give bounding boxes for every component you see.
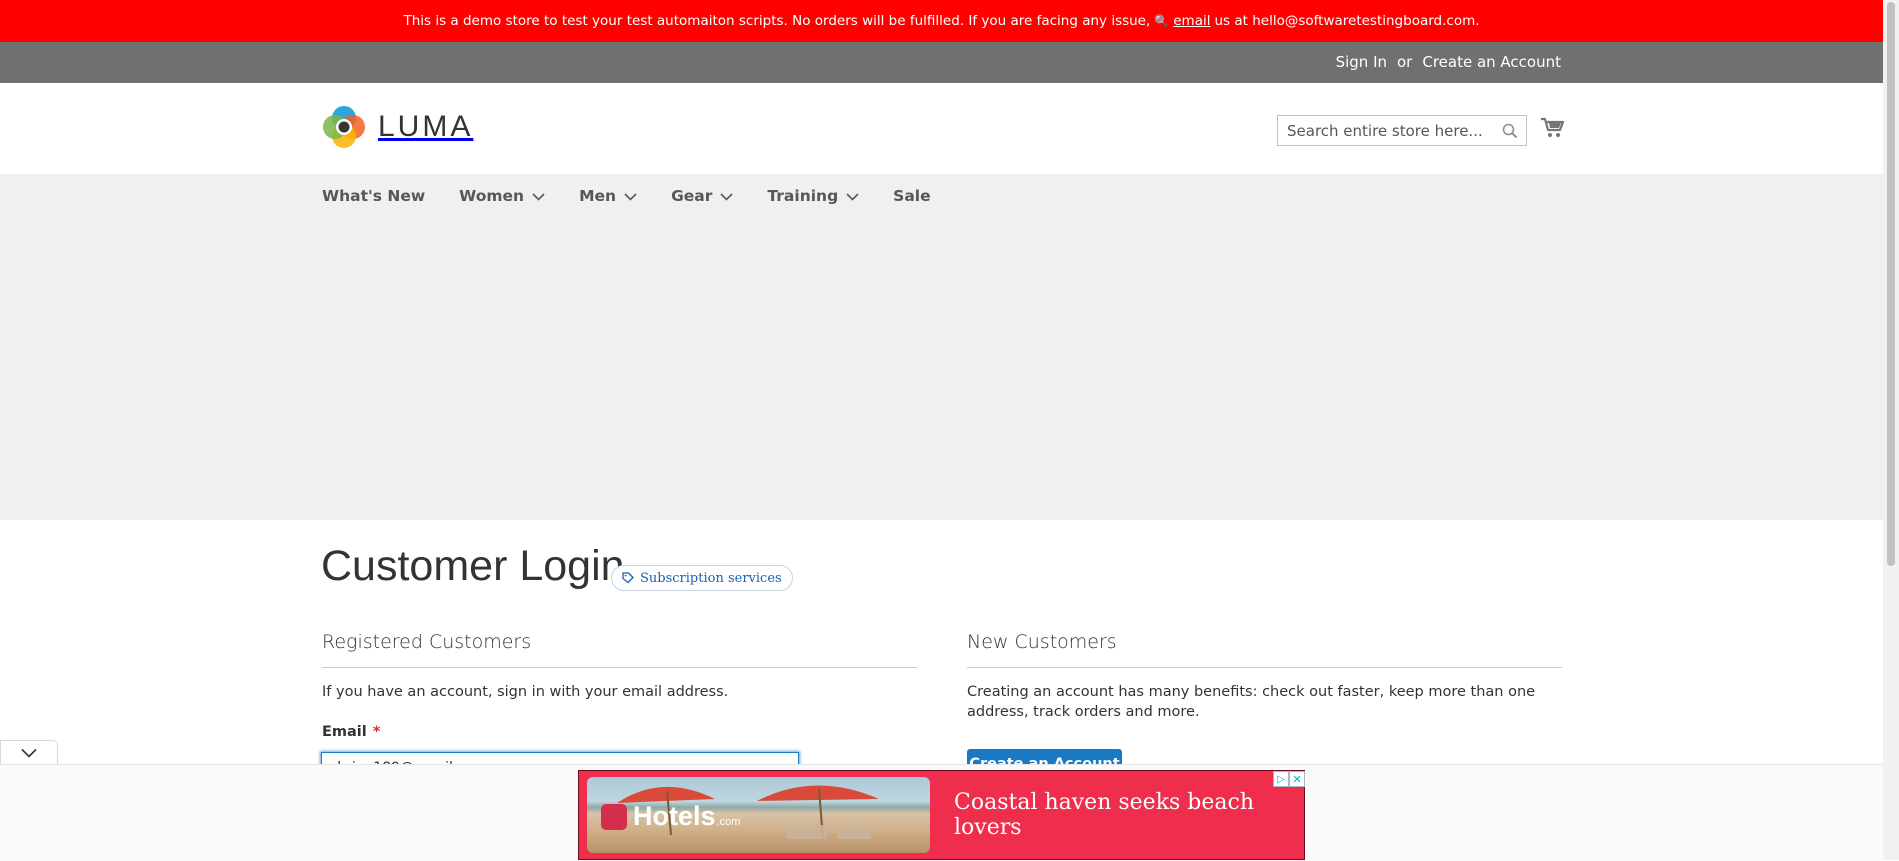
email-label-text: Email bbox=[322, 724, 367, 740]
hotels-logo: Hotels .com bbox=[601, 801, 740, 832]
demo-store-notice: This is a demo store to test your test a… bbox=[0, 0, 1883, 42]
demo-notice-text: This is a demo store to test your test a… bbox=[403, 13, 1151, 29]
luma-logo-icon bbox=[323, 106, 365, 148]
nav-item-women[interactable]: Women bbox=[459, 187, 545, 205]
search-input[interactable] bbox=[1278, 116, 1506, 145]
nav-label: Sale bbox=[893, 187, 931, 205]
scroll-thumb[interactable] bbox=[1887, 2, 1895, 566]
divider bbox=[967, 667, 1562, 668]
new-customers-intro: Creating an account has many benefits: c… bbox=[967, 684, 1536, 720]
page-title: Customer Login bbox=[321, 542, 625, 590]
tag-icon bbox=[622, 572, 634, 584]
page-scrollbar[interactable] bbox=[1883, 0, 1899, 860]
nav-item-training[interactable]: Training bbox=[767, 187, 859, 205]
ad-close-icon[interactable]: ✕ bbox=[1289, 771, 1305, 787]
top-panel: Sign In or Create an Account bbox=[0, 42, 1883, 83]
new-customers-title: New Customers bbox=[967, 631, 1117, 653]
site-header: LUMA bbox=[0, 83, 1883, 174]
nav-label: Gear bbox=[671, 187, 713, 205]
beach-photo: Hotels .com bbox=[587, 777, 930, 853]
hotels-brand-icon bbox=[601, 803, 627, 830]
required-asterisk: * bbox=[372, 724, 381, 740]
key-icon: 🔍 bbox=[1154, 14, 1170, 28]
chevron-down-icon bbox=[624, 192, 637, 201]
nav-item-gear[interactable]: Gear bbox=[671, 187, 733, 205]
create-account-link[interactable]: Create an Account bbox=[1422, 53, 1561, 71]
chevron-down-icon bbox=[21, 748, 37, 758]
chevron-down-icon bbox=[846, 192, 859, 201]
nav-item-men[interactable]: Men bbox=[579, 187, 637, 205]
nav-item-whats-new[interactable]: What's New bbox=[322, 187, 425, 205]
logo-text: LUMA bbox=[378, 110, 474, 143]
subscription-label: Subscription services bbox=[640, 570, 782, 586]
or-separator: or bbox=[1397, 53, 1413, 71]
nav-label: What's New bbox=[322, 187, 426, 205]
email-label: Email * bbox=[322, 724, 380, 740]
nav-label: Men bbox=[579, 187, 617, 205]
ad-brand-name: Hotels bbox=[633, 801, 716, 831]
chevron-down-icon bbox=[720, 192, 733, 201]
chevron-down-icon bbox=[532, 192, 545, 201]
divider bbox=[322, 667, 917, 668]
nav-label: Training bbox=[767, 187, 839, 205]
nav-label: Women bbox=[459, 187, 525, 205]
ad-banner[interactable]: Hotels .com Coastal haven seeks beach lov… bbox=[578, 770, 1305, 860]
search-icon[interactable] bbox=[1502, 123, 1518, 139]
search-box bbox=[1277, 115, 1527, 146]
cart-icon[interactable] bbox=[1540, 117, 1564, 139]
ad-collapse-toggle[interactable] bbox=[0, 740, 58, 764]
adchoices-icon[interactable]: ▷ bbox=[1273, 771, 1289, 787]
demo-notice-tail: us at hello@softwaretestingboard.com. bbox=[1214, 13, 1480, 29]
subscription-services-chip[interactable]: Subscription services bbox=[611, 565, 793, 591]
registered-intro: If you have an account, sign in with you… bbox=[322, 684, 729, 700]
nav-item-sale[interactable]: Sale bbox=[893, 187, 930, 205]
email-link[interactable]: email bbox=[1173, 13, 1210, 29]
ad-headline: Coastal haven seeks beach lovers bbox=[954, 790, 1255, 840]
sign-in-link[interactable]: Sign In bbox=[1336, 53, 1387, 71]
registered-customers-title: Registered Customers bbox=[322, 631, 532, 653]
ad-brand-suffix: .com bbox=[716, 815, 741, 828]
luma-logo[interactable]: LUMA bbox=[322, 105, 473, 149]
main-navigation: What's New Women Men Gear Training Sale bbox=[0, 174, 1883, 520]
